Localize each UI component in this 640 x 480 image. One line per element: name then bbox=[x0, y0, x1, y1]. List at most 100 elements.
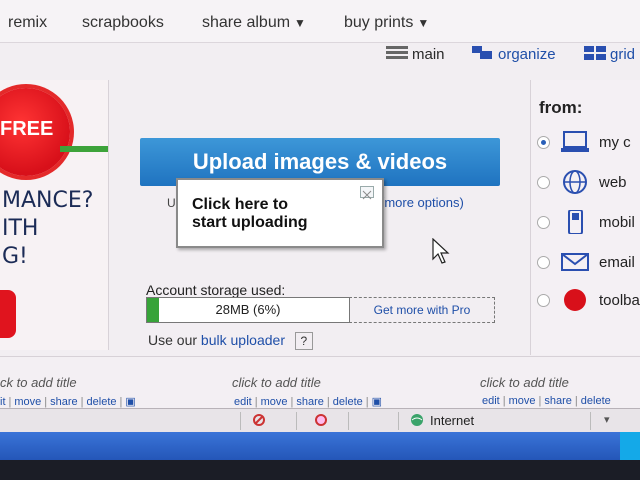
free-badge: FREE bbox=[0, 88, 70, 176]
status-divider bbox=[590, 412, 591, 430]
nav-buy-prints[interactable]: buy prints ▼ bbox=[344, 14, 429, 32]
bulk-prefix: Use our bbox=[148, 332, 198, 348]
storage-value: 28MB (6%) bbox=[215, 302, 281, 317]
source-option-email[interactable]: email bbox=[531, 248, 640, 278]
status-divider bbox=[398, 412, 399, 430]
chevron-down-icon: ▼ bbox=[417, 16, 430, 30]
photo-actions-1: it | move | share | delete | ▣ bbox=[0, 396, 136, 408]
source-label: email bbox=[599, 254, 635, 271]
view-switcher: main organize grid bbox=[0, 46, 640, 70]
photo-move-link[interactable]: move bbox=[261, 396, 288, 408]
ad-red-graphic bbox=[0, 290, 16, 338]
photo-move-link[interactable]: move bbox=[509, 395, 536, 407]
photo-actions-2: edit | move | share | delete | ▣ bbox=[234, 396, 383, 408]
help-button[interactable]: ? bbox=[294, 332, 313, 351]
browser-screen: remix scrapbooks share album ▼ buy prints… bbox=[0, 0, 640, 440]
list-view-icon bbox=[386, 46, 408, 59]
storage-label: Account storage used: bbox=[146, 282, 286, 298]
photo-share-link[interactable]: share bbox=[296, 396, 324, 408]
get-more-with-pro-link[interactable]: Get more with Pro bbox=[349, 297, 495, 323]
status-divider bbox=[240, 412, 241, 430]
nav-share-album-label: share album bbox=[202, 14, 291, 31]
nav-share-album[interactable]: share album ▼ bbox=[202, 14, 306, 32]
nav-remix[interactable]: remix bbox=[8, 14, 47, 32]
close-icon[interactable] bbox=[360, 186, 374, 200]
photo-delete-link[interactable]: delete bbox=[581, 395, 611, 407]
radio-button[interactable] bbox=[537, 294, 550, 307]
privacy-icon[interactable] bbox=[314, 413, 328, 427]
organize-icon bbox=[472, 46, 492, 59]
top-nav: remix scrapbooks share album ▼ buy prints… bbox=[0, 0, 640, 43]
grid-icon bbox=[584, 46, 606, 60]
photo-title-3[interactable]: click to add title bbox=[480, 375, 569, 390]
globe-icon bbox=[563, 170, 587, 194]
radio-button[interactable] bbox=[537, 216, 550, 229]
monitor-bezel bbox=[0, 460, 640, 480]
ad-text-line: MANCE? bbox=[2, 188, 94, 213]
view-grid-label: grid bbox=[610, 46, 636, 63]
computer-icon bbox=[561, 131, 589, 152]
tooltip-line-2: start uploading bbox=[192, 214, 308, 231]
nav-scrapbooks[interactable]: scrapbooks bbox=[82, 14, 164, 32]
source-label: my c bbox=[599, 134, 631, 151]
chevron-down-icon: ▼ bbox=[294, 16, 306, 30]
source-option-web[interactable]: web bbox=[531, 168, 640, 198]
photo-actions-3: edit | move | share | delete bbox=[482, 395, 611, 407]
mouse-cursor-icon bbox=[432, 238, 450, 264]
view-main[interactable]: main bbox=[386, 46, 445, 63]
view-grid[interactable]: grid bbox=[584, 46, 635, 63]
source-option-my-computer[interactable]: my c bbox=[531, 128, 640, 158]
more-options-link[interactable]: (more options) bbox=[380, 195, 464, 210]
blocked-icon[interactable] bbox=[252, 413, 266, 427]
photo-delete-link[interactable]: delete bbox=[333, 396, 363, 408]
source-option-toolbar[interactable]: toolba bbox=[531, 286, 640, 316]
source-label: web bbox=[599, 174, 627, 191]
save-icon[interactable]: ▣ bbox=[372, 396, 382, 408]
source-label: toolba bbox=[599, 292, 640, 309]
ad-text-line: G! bbox=[2, 244, 28, 269]
photo-share-link[interactable]: share bbox=[50, 396, 78, 408]
windows-taskbar bbox=[0, 432, 640, 460]
view-organize[interactable]: organize bbox=[472, 46, 556, 63]
photo-edit-link[interactable]: edit bbox=[234, 396, 252, 408]
ad-text-line: ITH bbox=[2, 216, 39, 241]
radio-button[interactable] bbox=[537, 176, 550, 189]
zoom-icon[interactable]: ▾ bbox=[604, 413, 618, 427]
status-divider bbox=[348, 412, 349, 430]
advertisement-panel[interactable]: FREE MANCE? ITH G! bbox=[0, 80, 109, 350]
photo-strip: ck to add title it | move | share | delete | ▣ c… bbox=[0, 356, 640, 409]
photo-title-1[interactable]: ck to add title bbox=[0, 375, 77, 390]
upload-subtext: U bbox=[167, 196, 176, 210]
photo-edit-link[interactable]: it bbox=[0, 396, 6, 408]
radio-button[interactable] bbox=[537, 256, 550, 269]
ad-green-stripe bbox=[60, 146, 108, 152]
nav-buy-prints-label: buy prints bbox=[344, 14, 414, 31]
status-divider bbox=[296, 412, 297, 430]
source-label: mobil bbox=[599, 214, 635, 231]
photo-delete-link[interactable]: delete bbox=[87, 396, 117, 408]
upload-source-panel: from: my c web mobil email toolba bbox=[530, 80, 640, 355]
photo-title-2[interactable]: click to add title bbox=[232, 375, 321, 390]
ask-toolbar-icon bbox=[564, 289, 586, 311]
source-option-mobile[interactable]: mobil bbox=[531, 208, 640, 238]
bulk-uploader-line: Use our bulk uploader ? bbox=[148, 332, 313, 351]
storage-progress-bar: 28MB (6%) bbox=[146, 297, 350, 323]
internet-zone-icon bbox=[411, 414, 423, 426]
radio-button[interactable] bbox=[537, 136, 550, 149]
photo-move-link[interactable]: move bbox=[14, 396, 41, 408]
browser-status-bar: Internet ▾ bbox=[0, 408, 640, 433]
free-badge-text: FREE bbox=[0, 118, 54, 140]
view-organize-label: organize bbox=[498, 46, 556, 63]
internet-zone-label: Internet bbox=[430, 413, 475, 428]
tooltip-line-1: Click here to bbox=[192, 196, 289, 213]
upload-tooltip[interactable]: Click here to start uploading bbox=[176, 178, 384, 248]
photo-share-link[interactable]: share bbox=[544, 395, 572, 407]
view-main-label: main bbox=[412, 46, 445, 63]
bulk-uploader-link[interactable]: bulk uploader bbox=[201, 332, 285, 348]
photo-edit-link[interactable]: edit bbox=[482, 395, 500, 407]
envelope-icon bbox=[561, 253, 589, 271]
from-title: from: bbox=[539, 98, 583, 117]
save-icon[interactable]: ▣ bbox=[125, 396, 135, 408]
system-tray[interactable] bbox=[620, 432, 640, 460]
mobile-phone-icon bbox=[568, 210, 583, 234]
